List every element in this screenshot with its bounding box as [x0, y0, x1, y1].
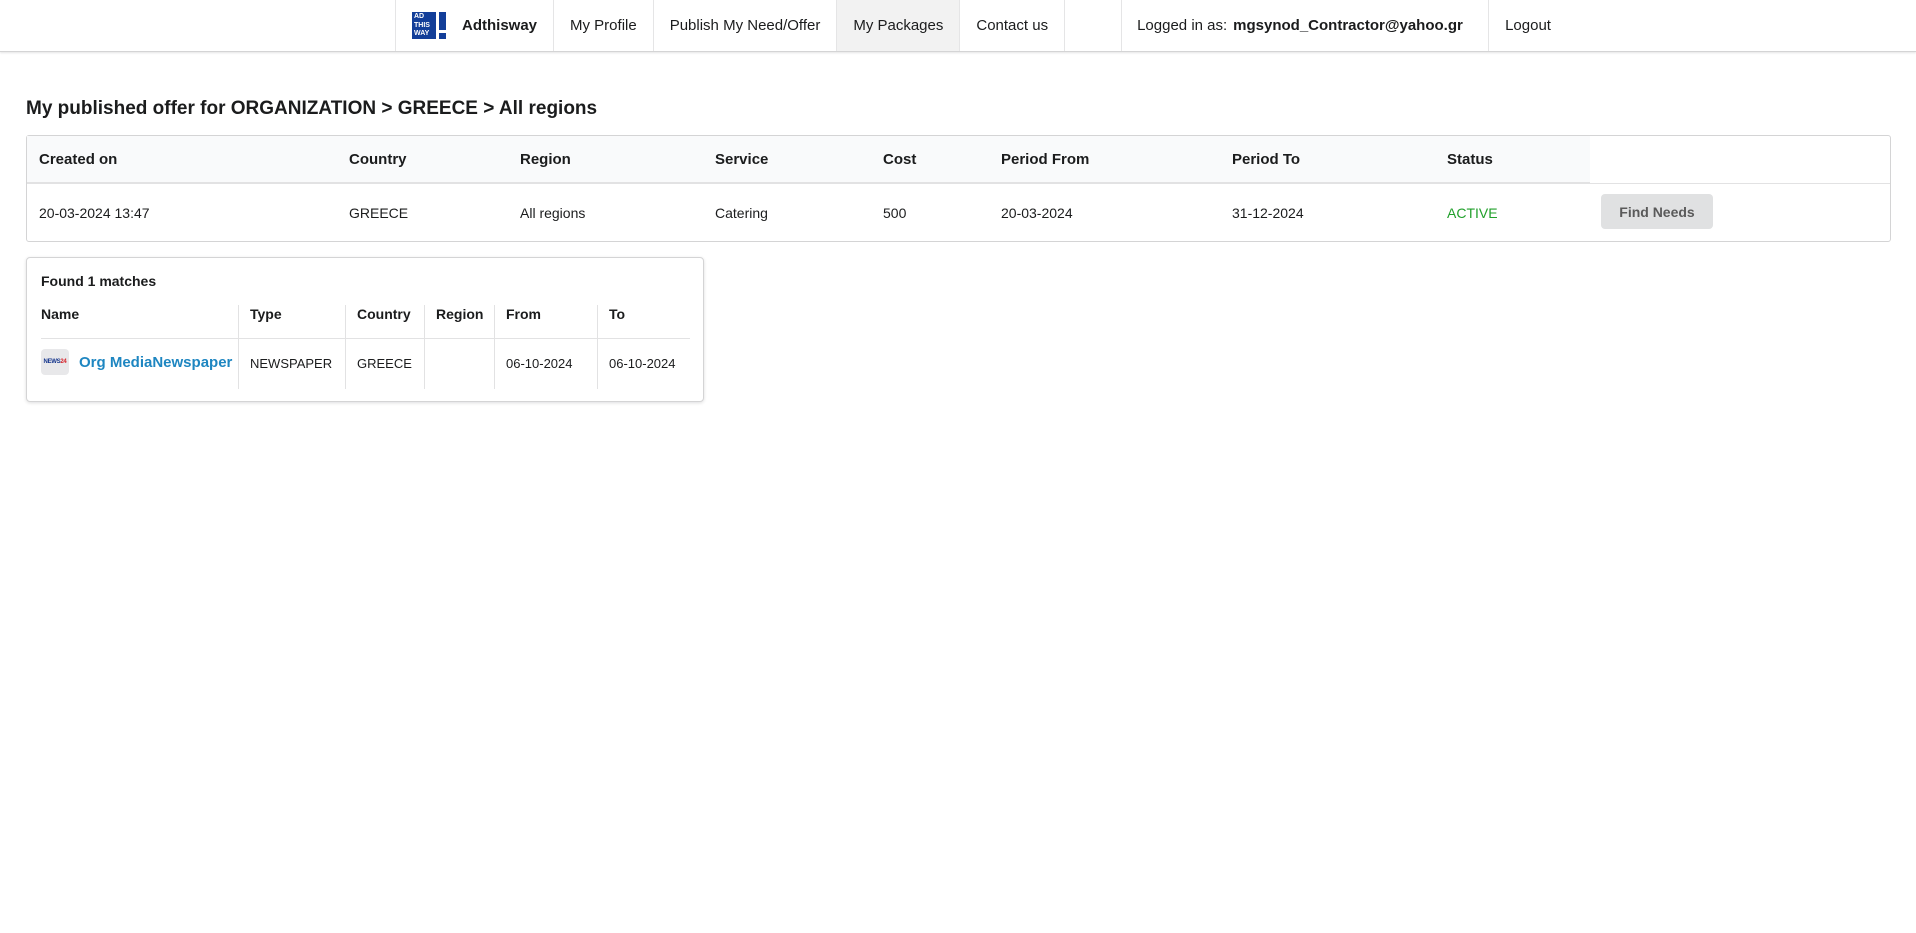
offer-table-header — [27, 136, 1590, 183]
adthisway-logo-icon: AD THIS WAY — [412, 12, 448, 39]
cell-period-to: 31-12-2024 — [1232, 205, 1304, 221]
newspaper-thumbnail-icon: NEWS24 — [41, 349, 69, 375]
cell-cost: 500 — [883, 205, 907, 221]
cell-created-on: 20-03-2024 13:47 — [39, 205, 150, 221]
match-cell-type: NEWSPAPER — [250, 356, 333, 371]
matches-panel: Found 1 matches Name Type Country Region… — [26, 257, 704, 402]
column-header-cost: Cost — [883, 151, 917, 168]
nav-item-contact-us[interactable]: Contact us — [960, 0, 1066, 51]
cell-region: All regions — [520, 205, 586, 221]
column-header-country: Country — [349, 151, 407, 168]
column-header-service: Service — [715, 151, 769, 168]
cell-country: GREECE — [349, 205, 409, 221]
column-header-region: Region — [520, 151, 571, 168]
match-header-region: Region — [436, 306, 484, 322]
main-menu: AD THIS WAY Adthisway My Profile Publish M… — [395, 0, 1567, 51]
match-header-to: To — [609, 306, 626, 322]
page-title: My published offer for ORGANIZATION > GR… — [26, 98, 598, 119]
brand-home-link[interactable]: AD THIS WAY Adthisway — [395, 0, 555, 51]
match-header-country: Country — [357, 306, 411, 322]
nav-spacer — [1065, 0, 1123, 51]
nav-item-publish-need-offer[interactable]: Publish My Need/Offer — [654, 0, 838, 51]
match-name-link[interactable]: Org MediaNewspaper — [79, 354, 232, 371]
thumbnail-text: NEWS24 — [43, 359, 67, 365]
match-cell-from: 06-10-2024 — [506, 356, 573, 371]
cell-period-from: 20-03-2024 — [1001, 205, 1073, 221]
column-header-period-from: Period From — [1001, 151, 1090, 168]
status-badge: ACTIVE — [1447, 205, 1498, 221]
match-cell-to: 06-10-2024 — [609, 356, 676, 371]
logo-text: AD THIS WAY — [412, 12, 436, 39]
match-header-name: Name — [41, 306, 80, 322]
find-needs-button[interactable]: Find Needs — [1601, 194, 1713, 229]
cell-service: Catering — [715, 205, 768, 221]
match-header-from: From — [506, 306, 541, 322]
logged-in-info: Logged in as: mgsynod_Contractor@yahoo.g… — [1122, 0, 1490, 51]
brand-name: Adthisway — [462, 17, 538, 34]
nav-item-my-packages[interactable]: My Packages — [837, 0, 961, 51]
nav-item-my-profile[interactable]: My Profile — [554, 0, 654, 51]
logged-in-user: mgsynod_Contractor@yahoo.gr — [1233, 17, 1463, 34]
logout-link[interactable]: Logout — [1489, 0, 1567, 51]
column-header-period-to: Period To — [1232, 151, 1301, 168]
top-navigation-bar: AD THIS WAY Adthisway My Profile Publish M… — [0, 0, 1916, 52]
match-cell-country: GREECE — [357, 356, 412, 371]
matches-count-title: Found 1 matches — [41, 273, 157, 289]
logged-in-label: Logged in as: — [1137, 17, 1228, 34]
published-offer-table: Created on Country Region Service Cost P… — [26, 135, 1891, 242]
match-header-type: Type — [250, 306, 282, 322]
column-header-created-on: Created on — [39, 151, 118, 168]
column-header-status: Status — [1447, 151, 1493, 168]
